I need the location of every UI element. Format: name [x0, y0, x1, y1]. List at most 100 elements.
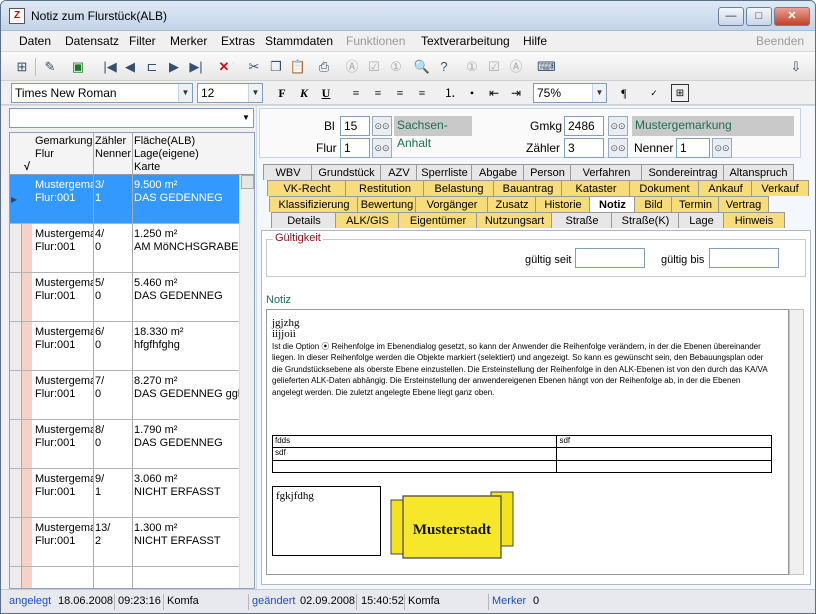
- tab-nutzungsart[interactable]: Nutzungsart: [476, 212, 553, 228]
- menu-datensatz[interactable]: Datensatz: [65, 34, 119, 48]
- notiz-scrollbar[interactable]: [789, 309, 804, 575]
- valid-to-field[interactable]: [709, 248, 779, 268]
- binoculars-icon[interactable]: ⊙⊙: [608, 138, 628, 158]
- tab-eigentümer[interactable]: Eigentümer: [398, 212, 478, 228]
- outdent-icon[interactable]: ⇤: [485, 84, 503, 102]
- size-select[interactable]: 12 ▼: [197, 83, 263, 103]
- tab-kataster[interactable]: Kataster: [561, 180, 631, 196]
- align-center-icon[interactable]: ≡: [369, 84, 387, 102]
- binoculars-icon[interactable]: ⊙⊙: [608, 116, 628, 136]
- italic-button[interactable]: K: [295, 84, 313, 102]
- tab-zusatz[interactable]: Zusatz: [487, 196, 537, 212]
- tab-grundstück[interactable]: Grundstück: [311, 164, 382, 180]
- prev-record-icon[interactable]: ◀: [121, 58, 139, 76]
- pilcrow-icon[interactable]: ¶: [615, 84, 633, 102]
- tab-verkauf[interactable]: Verkauf: [751, 180, 809, 196]
- save-icon[interactable]: ▣: [69, 58, 87, 76]
- font-select[interactable]: Times New Roman ▼: [11, 83, 193, 103]
- tab-bild[interactable]: Bild: [634, 196, 673, 212]
- zoom-select[interactable]: 75% ▼: [533, 83, 607, 103]
- tab-klassifizierung[interactable]: Klassifizierung: [269, 196, 359, 212]
- tab-historie[interactable]: Historie: [535, 196, 591, 212]
- delete-icon[interactable]: ✕: [215, 58, 233, 76]
- a-box-icon[interactable]: Ⓐ: [343, 58, 361, 76]
- flur-field[interactable]: 1: [340, 138, 370, 158]
- tab-azv[interactable]: AZV: [380, 164, 418, 180]
- notiz-editor[interactable]: jgjzhg iijjoii Ist die Option ⦿ Reihenfo…: [266, 309, 789, 575]
- menu-daten[interactable]: Daten: [19, 34, 51, 48]
- page-layout-icon[interactable]: ⊞: [671, 84, 689, 102]
- justify-icon[interactable]: ≡: [413, 84, 431, 102]
- header-lage[interactable]: Lage(eigene): [134, 148, 199, 161]
- grid-scrollbar[interactable]: [239, 175, 254, 588]
- copy-icon[interactable]: ❐: [267, 58, 285, 76]
- tab-sperrliste[interactable]: Sperrliste: [416, 164, 473, 180]
- paste-icon[interactable]: 📋: [289, 58, 307, 76]
- tab-altanspruch[interactable]: Altanspruch: [723, 164, 794, 180]
- table-row[interactable]: Mustergema Flur:001 5/0 5.460 m² DAS GEDENNE…: [10, 273, 240, 322]
- header-nenner[interactable]: Nenner: [95, 148, 131, 161]
- tab-wbv[interactable]: WBV: [263, 164, 313, 180]
- menu-textverarbeitung[interactable]: Textverarbeitung: [421, 34, 510, 48]
- tab-bewertung[interactable]: Bewertung: [357, 196, 417, 212]
- print-icon[interactable]: ⎙: [315, 58, 333, 76]
- align-right-icon[interactable]: ≡: [391, 84, 409, 102]
- cut-icon[interactable]: ✂: [245, 58, 263, 76]
- table-row[interactable]: Mustergema Flur:001 8/0 1.790 m² DAS GEDENNE…: [10, 420, 240, 469]
- table-row[interactable]: Mustergema Flur:001 13/2 1.300 m² NICHT ERFA…: [10, 518, 240, 567]
- tab-vertrag[interactable]: Vertrag: [718, 196, 769, 212]
- minimize-button[interactable]: —: [718, 7, 744, 26]
- tab-verfahren[interactable]: Verfahren: [570, 164, 643, 180]
- header-flaeche[interactable]: Fläche(ALB): [134, 135, 195, 148]
- tab-notiz[interactable]: Notiz: [589, 196, 636, 212]
- tab-straße-k-[interactable]: Straße(K): [611, 212, 680, 228]
- nenner-field[interactable]: 1: [676, 138, 710, 158]
- tab-details[interactable]: Details: [271, 212, 337, 228]
- indent-icon[interactable]: ⇥: [507, 84, 525, 102]
- menu-stammdaten[interactable]: Stammdaten: [265, 34, 333, 48]
- binoculars-icon[interactable]: ⊙⊙: [712, 138, 732, 158]
- underline-button[interactable]: U: [317, 84, 335, 102]
- menu-merker[interactable]: Merker: [170, 34, 207, 48]
- tab-vorgänger[interactable]: Vorgänger: [415, 196, 489, 212]
- tab-hinweis[interactable]: Hinweis: [723, 212, 785, 228]
- bullet-list-icon[interactable]: •: [463, 84, 481, 102]
- edit-icon[interactable]: ✎: [41, 58, 59, 76]
- tab-alk-gis[interactable]: ALK/GIS: [335, 212, 400, 228]
- header-zaehler[interactable]: Zähler: [95, 135, 126, 148]
- tab-sondereintrag[interactable]: Sondereintrag: [641, 164, 725, 180]
- tab-straße[interactable]: Straße: [551, 212, 613, 228]
- menu-beenden[interactable]: Beenden: [756, 34, 804, 48]
- last-record-icon[interactable]: ▶|: [187, 58, 205, 76]
- table-row[interactable]: Mustergema Flur:001 3/1 9.500 m² DAS GEDENNE…: [10, 175, 240, 224]
- tab-ankauf[interactable]: Ankauf: [698, 180, 753, 196]
- tool-icon[interactable]: ⌨: [537, 58, 556, 76]
- table-row[interactable]: Mustergema Flur:001 9/1 3.060 m² NICHT ERFAS…: [10, 469, 240, 518]
- tab-termin[interactable]: Termin: [671, 196, 720, 212]
- record-filter-select[interactable]: ▼: [9, 108, 254, 128]
- table-row[interactable]: Mustergema Flur:001 7/0 8.270 m² DAS GEDENNE…: [10, 371, 240, 420]
- table-row[interactable]: Mustergema Flur:001 4/0 1.250 m² AM MöNCHSGR…: [10, 224, 240, 273]
- scroll-thumb[interactable]: [241, 175, 254, 189]
- tab-abgabe[interactable]: Abgabe: [471, 164, 525, 180]
- numbered-list-icon[interactable]: ⒈: [441, 84, 459, 102]
- menu-hilfe[interactable]: Hilfe: [523, 34, 547, 48]
- zaehler-field[interactable]: 3: [564, 138, 604, 158]
- check-box-icon[interactable]: ☑: [365, 58, 383, 76]
- first-record-icon[interactable]: |◀: [101, 58, 119, 76]
- valid-from-field[interactable]: [575, 248, 645, 268]
- tab-vk-recht[interactable]: VK-Recht: [267, 180, 347, 196]
- tab-bauantrag[interactable]: Bauantrag: [493, 180, 563, 196]
- find-icon[interactable]: 🔍: [413, 58, 431, 76]
- one-box-icon-2[interactable]: ①: [463, 58, 481, 76]
- tab-lage[interactable]: Lage: [678, 212, 725, 228]
- one-box-icon[interactable]: ①: [387, 58, 405, 76]
- spellcheck-icon[interactable]: ✓: [645, 84, 663, 102]
- tab-dokument[interactable]: Dokument: [629, 180, 700, 196]
- menu-extras[interactable]: Extras: [221, 34, 255, 48]
- bl-field[interactable]: 15: [340, 116, 370, 136]
- new-record-icon[interactable]: ⊞: [13, 58, 31, 76]
- filter-icon[interactable]: ⊏: [143, 58, 161, 76]
- maximize-button[interactable]: □: [746, 7, 772, 26]
- align-left-icon[interactable]: ≡: [347, 84, 365, 102]
